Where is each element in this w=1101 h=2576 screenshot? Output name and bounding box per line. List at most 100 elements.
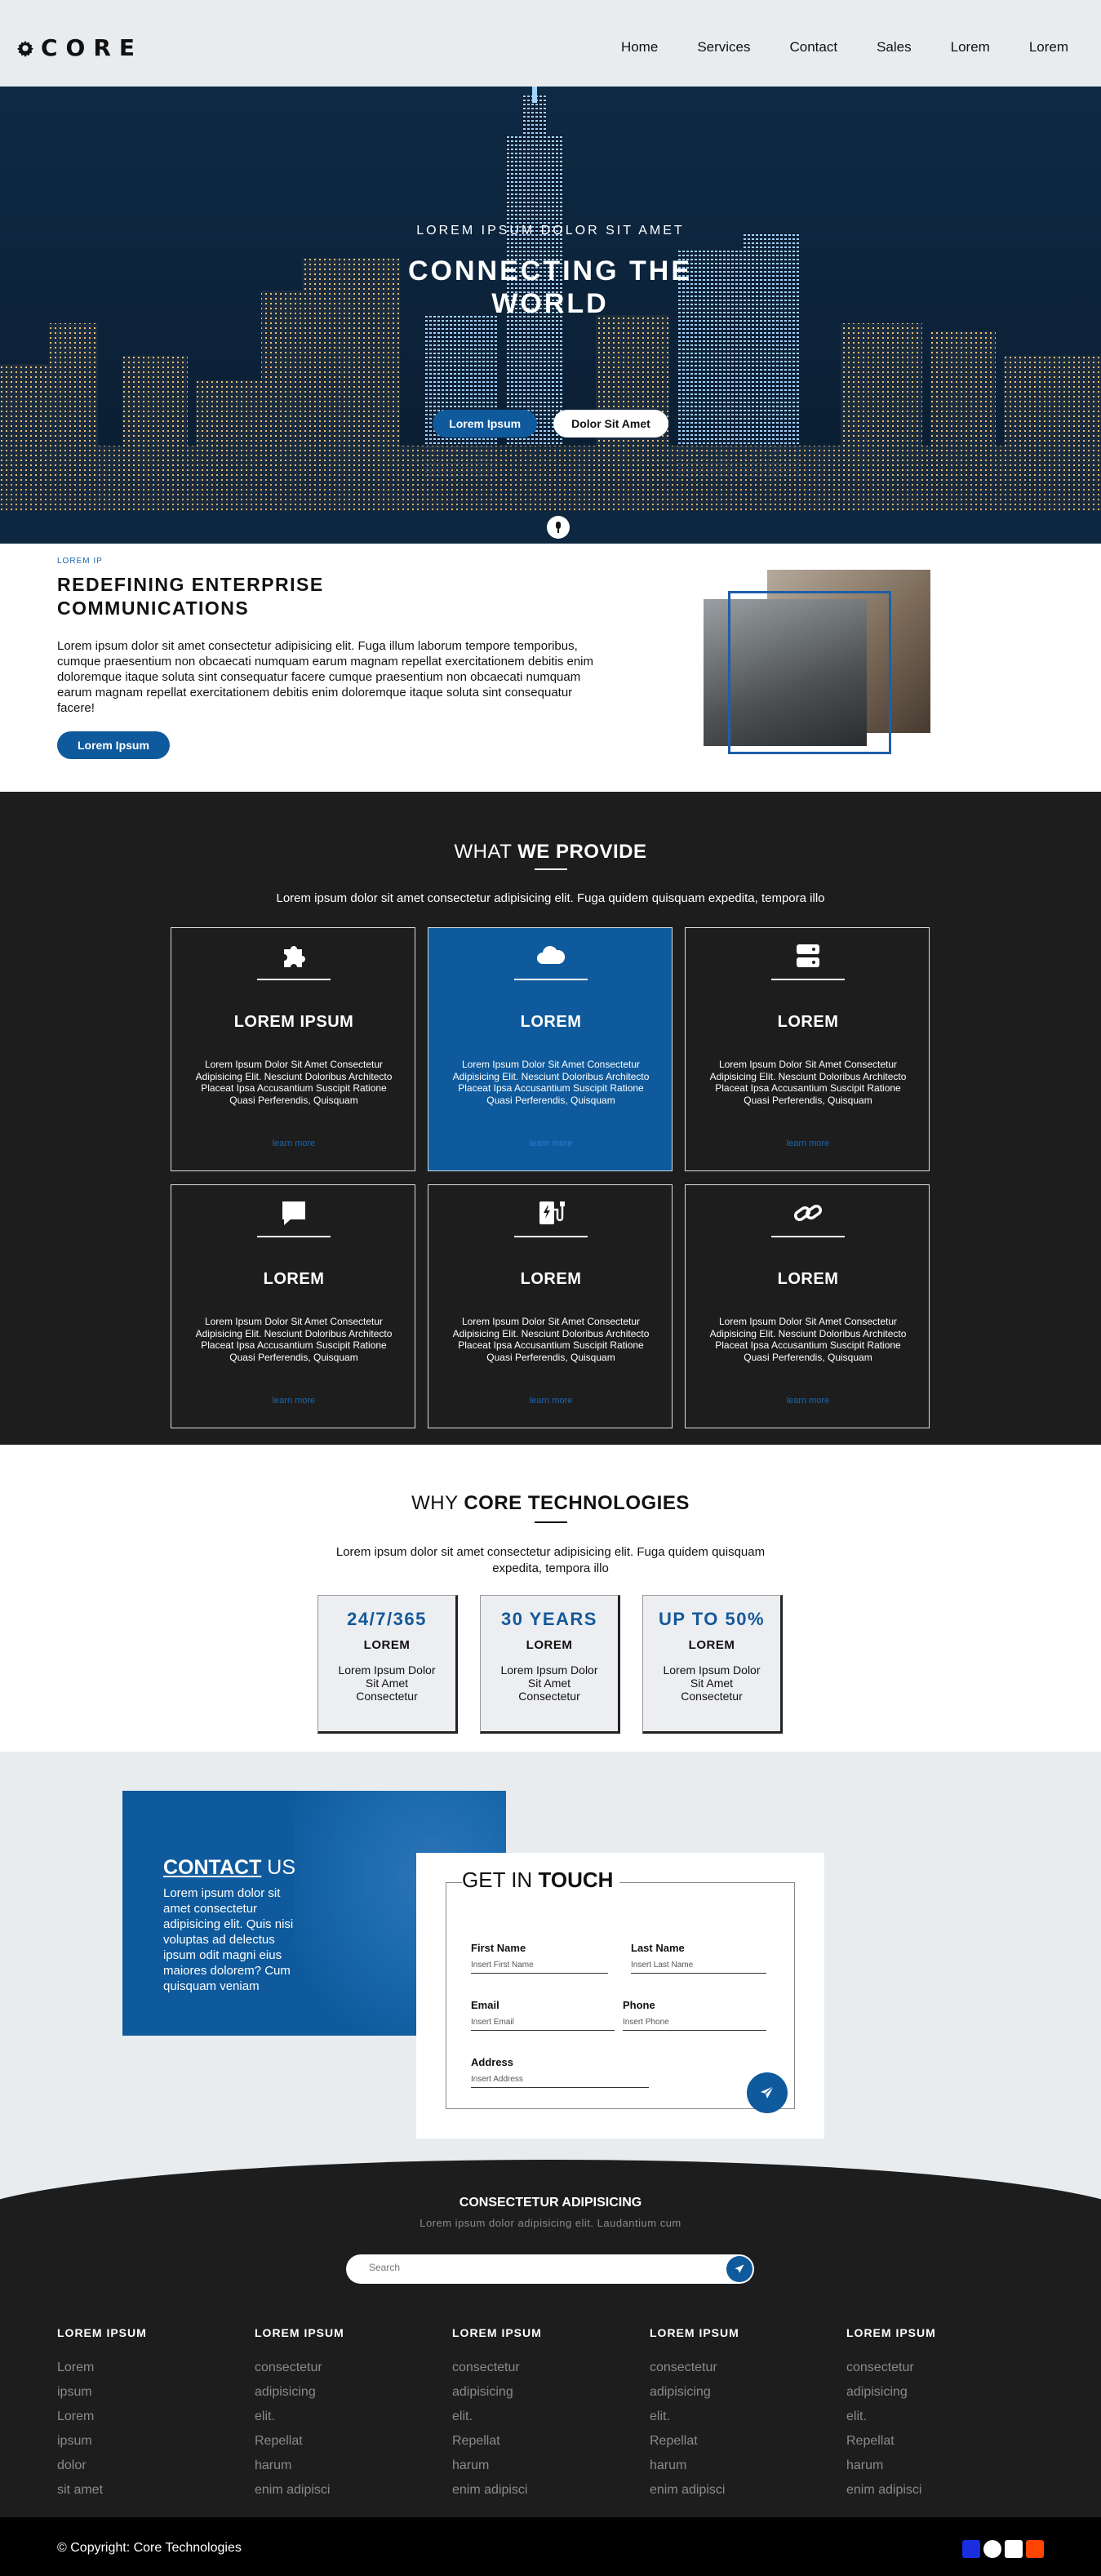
footer-link[interactable]: Repellat [255, 2429, 418, 2454]
footer-link[interactable]: enim adipisci [846, 2478, 1010, 2503]
nav-home[interactable]: Home [621, 39, 658, 56]
hero: LOREM IPSUM DOLOR SIT AMET CONNECTING TH… [0, 87, 1101, 544]
brand-logo[interactable]: CORE [16, 34, 143, 61]
last-name-label: Last Name [631, 1942, 685, 1954]
intro-body: Lorem ipsum dolor sit amet consectetur a… [57, 639, 594, 715]
card-divider [257, 1236, 331, 1237]
footer-title: CONSECTETUR ADIPISICING [459, 2196, 642, 2210]
cloud-icon [537, 946, 566, 964]
social-links [962, 2540, 1044, 2558]
telegram-icon[interactable] [983, 2540, 1001, 2558]
footer-link[interactable]: dolor [57, 2454, 220, 2478]
address-input[interactable]: Insert Address [471, 2075, 649, 2088]
footer-link[interactable]: ipsum [57, 2429, 220, 2454]
card-learn-more-link[interactable]: learn more [428, 1396, 673, 1406]
service-card[interactable]: LOREM IPSUM Lorem Ipsum Dolor Sit Amet C… [171, 927, 415, 1171]
footer-link[interactable]: Lorem [57, 2356, 220, 2380]
last-name-input[interactable]: Insert Last Name [631, 1961, 766, 1974]
github-icon[interactable] [1005, 2540, 1023, 2558]
footer-link[interactable]: harum [650, 2454, 813, 2478]
footer-link[interactable]: harum [452, 2454, 615, 2478]
footer-column: LOREM IPSUM Lorem ipsum Lorem ipsum dolo… [57, 2326, 220, 2503]
email-label: Email [471, 1999, 499, 2011]
nav-contact[interactable]: Contact [790, 39, 838, 56]
stat-value: 24/7/365 [347, 1609, 427, 1629]
card-divider [514, 1236, 588, 1237]
service-card[interactable]: LOREM Lorem Ipsum Dolor Sit Amet Consect… [428, 927, 673, 1171]
footer-link[interactable]: harum [846, 2454, 1010, 2478]
card-text: Lorem Ipsum Dolor Sit Amet Consectetur A… [709, 1316, 907, 1363]
nav-services[interactable]: Services [697, 39, 750, 56]
footer-link[interactable]: Lorem [57, 2405, 220, 2429]
hero-secondary-button[interactable]: Dolor Sit Amet [553, 410, 668, 437]
chat-icon [282, 1201, 305, 1225]
card-learn-more-link[interactable]: learn more [428, 1139, 673, 1148]
footer-link[interactable]: ipsum [57, 2380, 220, 2405]
footer-link[interactable]: Repellat [650, 2429, 813, 2454]
stat-label: LOREM [363, 1638, 411, 1652]
contact-title: CONTACT US [163, 1856, 296, 1879]
gear-icon [16, 40, 34, 57]
footer-column: LOREM IPSUM consectetur adipisicing elit… [255, 2326, 418, 2503]
footer-link[interactable]: enim adipisci [452, 2478, 615, 2503]
nav-lorem-2[interactable]: Lorem [1029, 39, 1068, 56]
footer-link[interactable]: enim adipisci [255, 2478, 418, 2503]
scroll-down-button[interactable] [547, 516, 570, 539]
send-icon [735, 2264, 744, 2273]
service-card[interactable]: LOREM Lorem Ipsum Dolor Sit Amet Consect… [685, 1184, 930, 1428]
first-name-field[interactable]: First Name Insert First Name [471, 1942, 608, 1974]
card-learn-more-link[interactable]: learn more [686, 1396, 930, 1406]
server-icon [797, 944, 819, 967]
footer-link[interactable]: Repellat [452, 2429, 615, 2454]
card-divider [257, 979, 331, 980]
search-submit-button[interactable] [726, 2256, 752, 2282]
card-text: Lorem Ipsum Dolor Sit Amet Consectetur A… [195, 1316, 393, 1363]
footer-link[interactable]: adipisicing [255, 2380, 418, 2405]
footer: CONSECTETUR ADIPISICING Lorem ipsum dolo… [0, 2152, 1101, 2517]
phone-field[interactable]: Phone Insert Phone [623, 1999, 766, 2031]
last-name-field[interactable]: Last Name Insert Last Name [631, 1942, 766, 1974]
address-field[interactable]: Address Insert Address [471, 2056, 649, 2088]
reddit-icon[interactable] [1026, 2540, 1044, 2558]
footer-link[interactable]: adipisicing [846, 2380, 1010, 2405]
footer-link[interactable]: adipisicing [452, 2380, 615, 2405]
nav-sales[interactable]: Sales [877, 39, 912, 56]
footer-link[interactable]: elit. [452, 2405, 615, 2429]
facebook-icon[interactable] [962, 2540, 980, 2558]
service-card[interactable]: LOREM Lorem Ipsum Dolor Sit Amet Consect… [685, 927, 930, 1171]
footer-link[interactable]: Repellat [846, 2429, 1010, 2454]
footer-link[interactable]: elit. [255, 2405, 418, 2429]
intro-button[interactable]: Lorem Ipsum [57, 731, 170, 759]
card-text: Lorem Ipsum Dolor Sit Amet Consectetur A… [452, 1059, 650, 1106]
email-input[interactable]: Insert Email [471, 2018, 615, 2031]
link-icon [793, 1204, 823, 1222]
footer-link[interactable]: harum [255, 2454, 418, 2478]
footer-search [346, 2254, 754, 2284]
card-learn-more-link[interactable]: learn more [171, 1139, 416, 1148]
form-title: GET IN TOUCH [462, 1868, 620, 1893]
card-learn-more-link[interactable]: learn more [686, 1139, 930, 1148]
footer-link[interactable]: elit. [846, 2405, 1010, 2429]
footer-link[interactable]: sit amet [57, 2478, 220, 2503]
card-title: LOREM IPSUM [233, 1013, 354, 1031]
phone-input[interactable]: Insert Phone [623, 2018, 766, 2031]
email-field[interactable]: Email Insert Email [471, 1999, 615, 2031]
footer-link[interactable]: consectetur [846, 2356, 1010, 2380]
first-name-input[interactable]: Insert First Name [471, 1961, 608, 1974]
hero-primary-button[interactable]: Lorem Ipsum [433, 410, 538, 437]
service-card[interactable]: LOREM Lorem Ipsum Dolor Sit Amet Consect… [171, 1184, 415, 1428]
intro-kicker: LOREM IP [57, 557, 103, 566]
nav-lorem-1[interactable]: Lorem [951, 39, 990, 56]
footer-link[interactable]: consectetur [452, 2356, 615, 2380]
search-input[interactable] [369, 2262, 695, 2273]
footer-link[interactable]: consectetur [255, 2356, 418, 2380]
send-button[interactable] [747, 2072, 788, 2113]
footer-link[interactable]: elit. [650, 2405, 813, 2429]
footer-link[interactable]: enim adipisci [650, 2478, 813, 2503]
card-learn-more-link[interactable]: learn more [171, 1396, 416, 1406]
phone-label: Phone [623, 1999, 655, 2011]
footer-link[interactable]: adipisicing [650, 2380, 813, 2405]
service-card[interactable]: LOREM Lorem Ipsum Dolor Sit Amet Consect… [428, 1184, 673, 1428]
footer-link[interactable]: consectetur [650, 2356, 813, 2380]
provide-title: WHAT WE PROVIDE [454, 841, 647, 863]
